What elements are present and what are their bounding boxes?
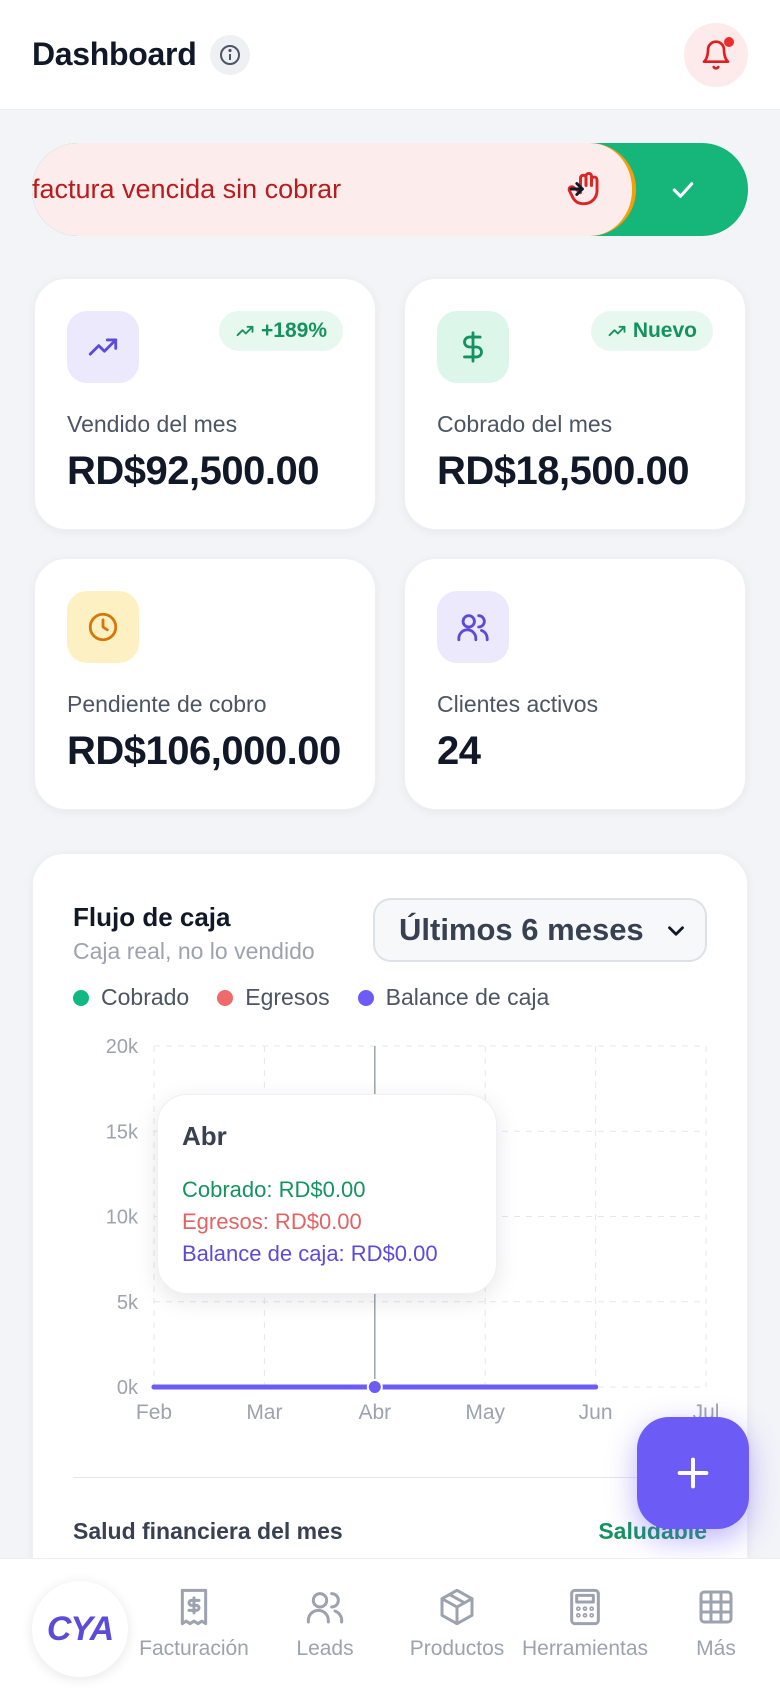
stat-label: Clientes activos (437, 691, 599, 717)
users-icon (306, 1592, 344, 1624)
tooltip-month: Abr (182, 1121, 227, 1151)
bottom-nav: CYA Facturación Leads Productos Herramie… (0, 1558, 780, 1688)
notifications-button[interactable] (684, 23, 748, 87)
trending-up-icon (608, 325, 626, 337)
stat-icon-box (437, 591, 509, 663)
y-tick-label: 0k (117, 1377, 139, 1399)
health-label: Salud financiera del mes (73, 1518, 343, 1544)
alert-swipe-pill[interactable]: factura vencida sin cobrar (32, 143, 636, 236)
growth-badge: +189% (219, 311, 343, 351)
divider (73, 1477, 709, 1478)
x-tick-label: Feb (136, 1401, 172, 1424)
overdue-alert-banner[interactable]: factura vencida sin cobrar (32, 143, 748, 236)
stat-card-clients[interactable]: Clientes activos 24 (404, 558, 746, 810)
alert-text: factura vencida sin cobrar (32, 174, 342, 204)
stat-label: Vendido del mes (67, 411, 238, 437)
stat-label: Cobrado del mes (437, 411, 613, 437)
dollar-icon (463, 331, 483, 363)
x-tick-label: Jun (579, 1401, 613, 1424)
x-tick-label: Abr (358, 1401, 391, 1424)
nav-label: Más (696, 1637, 736, 1660)
stat-value: RD$92,500.00 (67, 449, 319, 493)
highlight-point (366, 1379, 383, 1395)
calculator-icon (570, 1588, 600, 1626)
hand-swipe-icon (567, 172, 599, 206)
info-button[interactable] (210, 34, 251, 75)
y-tick-label: 20k (106, 1036, 139, 1058)
stat-value: RD$18,500.00 (437, 449, 689, 493)
stat-icon-box (67, 311, 139, 383)
page-title: Dashboard (32, 36, 197, 72)
clock-icon (88, 612, 118, 642)
y-tick-label: 15k (106, 1121, 139, 1143)
nav-label: Facturación (139, 1637, 249, 1660)
tooltip-balance: Balance de caja: RD$0.00 (182, 1241, 438, 1266)
app-logo-text: CYA (46, 1609, 114, 1648)
alert-confirm-action[interactable] (618, 143, 748, 236)
nav-label: Herramientas (521, 1637, 649, 1660)
nav-label: Leads (296, 1637, 354, 1660)
stat-card-sold[interactable]: +189% Vendido del mes RD$92,500.00 (34, 278, 376, 530)
check-icon (672, 181, 694, 198)
app-logo[interactable]: CYA (32, 1581, 128, 1677)
nav-item-leads[interactable]: Leads (270, 1587, 380, 1661)
nav-item-herramientas[interactable]: Herramientas (518, 1587, 652, 1661)
new-badge: Nuevo (590, 311, 713, 351)
stat-label: Pendiente de cobro (67, 691, 267, 717)
box-icon (440, 1588, 474, 1626)
users-icon (457, 614, 489, 642)
y-tick-label: 5k (117, 1292, 139, 1314)
nav-item-productos[interactable]: Productos (402, 1587, 512, 1661)
tooltip-egresos: Egresos: RD$0.00 (182, 1209, 362, 1234)
nav-item-mas[interactable]: Más (668, 1587, 764, 1661)
trending-up-icon (88, 338, 118, 356)
stat-icon-box (67, 591, 139, 663)
grid-icon (699, 1590, 733, 1624)
stat-value: RD$106,000.00 (67, 729, 341, 773)
stat-value: 24 (437, 729, 481, 773)
add-fab-button[interactable] (637, 1417, 749, 1529)
nav-label: Productos (409, 1637, 505, 1660)
stat-card-collected[interactable]: Nuevo Cobrado del mes RD$18,500.00 (404, 278, 746, 530)
chart-tooltip: Abr Cobrado: RD$0.00 Egresos: RD$0.00 Ba… (157, 1094, 497, 1294)
plus-icon (677, 1457, 709, 1489)
badge-text: +189% (261, 319, 327, 342)
tooltip-cobrado: Cobrado: RD$0.00 (182, 1177, 366, 1202)
info-icon (220, 44, 241, 65)
badge-text: Nuevo (632, 319, 697, 342)
stat-icon-box (437, 311, 509, 383)
stat-card-pending[interactable]: Pendiente de cobro RD$106,000.00 (34, 558, 376, 810)
y-tick-label: 10k (106, 1207, 139, 1229)
notification-dot (724, 37, 734, 47)
trending-up-icon (236, 325, 254, 337)
nav-item-facturacion[interactable]: Facturación (136, 1587, 252, 1661)
x-tick-label: May (465, 1401, 505, 1424)
receipt-icon (180, 1588, 208, 1626)
app-header: Dashboard (0, 0, 780, 110)
x-tick-label: Mar (246, 1401, 282, 1424)
